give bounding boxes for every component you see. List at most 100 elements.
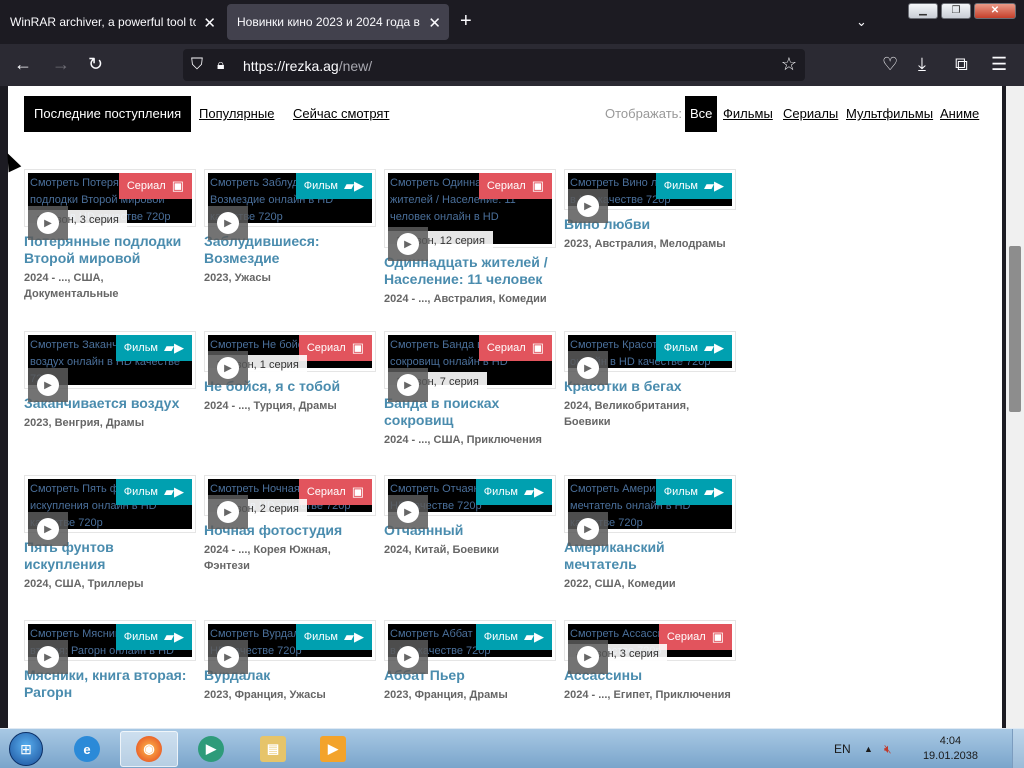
chevron-down-icon[interactable]: ⌄ xyxy=(856,14,867,30)
movie-card[interactable]: Смотреть Красотки в бегах онлайн в HD ка… xyxy=(564,331,736,430)
poster[interactable]: Смотреть Красотки в бегах онлайн в HD ка… xyxy=(564,331,736,385)
scrollbar[interactable] xyxy=(1006,86,1024,728)
play-icon: ▶ xyxy=(217,357,239,379)
play-button[interactable]: ▶ xyxy=(568,189,608,223)
play-button[interactable]: ▶ xyxy=(208,495,248,529)
url-text[interactable]: https://rezka.ag/new/ xyxy=(243,58,372,74)
minimize-button[interactable]: ▁ xyxy=(908,3,938,19)
close-tab-icon[interactable]: ✕ xyxy=(203,14,216,32)
tab-popular[interactable]: Популярные xyxy=(199,96,274,132)
movie-card[interactable]: Смотреть Не бойся, я с тобой Сериал ▣ 1 сез… xyxy=(204,331,376,414)
movie-card[interactable]: Смотреть Одиннадцать жителей / Население… xyxy=(384,169,556,307)
movie-card[interactable]: Смотреть Вурдалак онлайн в HD качестве 7… xyxy=(204,620,376,703)
clock[interactable]: 4:04 19.01.2038 xyxy=(923,734,978,764)
play-icon: ▶ xyxy=(577,357,599,379)
window-controls: ▁ ❐ ✕ xyxy=(908,3,1016,19)
poster[interactable]: Смотреть Потерянные подлодки Второй миро… xyxy=(24,169,196,240)
type-cartoons[interactable]: Мультфильмы xyxy=(846,96,933,132)
close-window-button[interactable]: ✕ xyxy=(974,3,1016,19)
play-icon: ▶ xyxy=(577,518,599,540)
movie-card[interactable]: Смотреть Ассассины онлайн в HD качестве … xyxy=(564,620,736,703)
movie-card[interactable]: Смотреть Аббат Пьер онлайн в HD качестве… xyxy=(384,620,556,703)
poster[interactable]: Смотреть Ассассины онлайн в HD качестве … xyxy=(564,620,736,674)
pocket-icon[interactable]: ♡ xyxy=(882,54,898,75)
type-badge: Фильм ▰▶ xyxy=(655,479,732,505)
play-button[interactable]: ▶ xyxy=(28,368,68,402)
poster[interactable]: Смотреть Вино любви онлайн в HD качестве… xyxy=(564,169,736,223)
menu-icon[interactable]: ☰ xyxy=(991,54,1007,75)
play-button[interactable]: ▶ xyxy=(28,206,68,240)
show-hidden-icons-icon[interactable]: ▲ xyxy=(864,729,873,768)
poster[interactable]: Смотреть Отчаянный онлайн в HD качестве … xyxy=(384,475,556,529)
play-button[interactable]: ▶ xyxy=(28,512,68,546)
movie-card[interactable]: Смотреть Вино любви онлайн в HD качестве… xyxy=(564,169,736,252)
maximize-button[interactable]: ❐ xyxy=(941,3,971,19)
poster[interactable]: Смотреть Ночная фотостудия онлайн в HD к… xyxy=(204,475,376,529)
movie-card[interactable]: Смотреть Потерянные подлодки Второй миро… xyxy=(24,169,196,302)
play-button[interactable]: ▶ xyxy=(208,206,248,240)
film-camera-icon: ▰▶ xyxy=(524,629,544,644)
taskbar-media[interactable]: ▶ xyxy=(182,731,240,767)
movie-card[interactable]: Смотреть Отчаянный онлайн в HD качестве … xyxy=(384,475,556,558)
play-button[interactable]: ▶ xyxy=(388,495,428,529)
language-indicator[interactable]: EN xyxy=(834,729,851,768)
tab-latest[interactable]: Последние поступления xyxy=(24,96,192,132)
play-button[interactable]: ▶ xyxy=(568,640,608,674)
clock-time: 4:04 xyxy=(939,735,962,747)
tab-watching-now[interactable]: Сейчас смотрят xyxy=(293,96,389,132)
play-button[interactable]: ▶ xyxy=(208,640,248,674)
close-tab-icon[interactable]: ✕ xyxy=(428,14,441,32)
back-arrow-icon[interactable]: ← xyxy=(14,54,32,75)
play-button[interactable]: ▶ xyxy=(388,227,428,261)
movie-card[interactable]: Смотреть Мясники, книга вторая: Рагорн о… xyxy=(24,620,196,704)
movie-card[interactable]: Смотреть Ночная фотостудия онлайн в HD к… xyxy=(204,475,376,574)
play-button[interactable]: ▶ xyxy=(388,368,428,402)
poster[interactable]: Смотреть Одиннадцать жителей / Население… xyxy=(384,169,556,261)
taskbar-ie[interactable]: e xyxy=(58,731,116,767)
movie-card[interactable]: Смотреть Заканчивается воздух онлайн в H… xyxy=(24,331,196,431)
film-camera-icon: ▰▶ xyxy=(344,629,364,644)
star-icon[interactable]: ☆ xyxy=(781,54,797,75)
play-button[interactable]: ▶ xyxy=(388,640,428,674)
type-anime[interactable]: Аниме xyxy=(940,96,979,132)
movie-card[interactable]: Смотреть Заблудившиеся: Возмездие онлайн… xyxy=(204,169,376,286)
download-icon[interactable]: ⤓ xyxy=(918,54,926,75)
poster[interactable]: Смотреть Мясники, книга вторая: Рагорн о… xyxy=(24,620,196,674)
reload-icon[interactable]: ↻ xyxy=(88,54,103,75)
browser-tab-active[interactable]: Новинки кино 2023 и 2024 года в ✕ xyxy=(227,4,449,40)
extensions-icon[interactable]: ⧉ xyxy=(955,54,968,75)
url-bar[interactable]: ⛉ 🔒︎ https://rezka.ag/new/ ☆ xyxy=(183,49,805,81)
play-button[interactable]: ▶ xyxy=(568,351,608,385)
plus-icon[interactable]: + xyxy=(460,10,472,33)
type-films[interactable]: Фильмы xyxy=(723,96,773,132)
type-series[interactable]: Сериалы xyxy=(783,96,838,132)
poster[interactable]: Смотреть Заблудившиеся: Возмездие онлайн… xyxy=(204,169,376,240)
poster[interactable]: Смотреть Банда в поисках сокровищ онлайн… xyxy=(384,331,556,402)
taskbar-explorer[interactable]: ▤ xyxy=(244,731,302,767)
scrollbar-thumb[interactable] xyxy=(1009,246,1021,412)
taskbar-firefox[interactable]: ◉ xyxy=(120,731,178,767)
show-desktop-button[interactable] xyxy=(1012,729,1024,768)
poster[interactable]: Смотреть Аббат Пьер онлайн в HD качестве… xyxy=(384,620,556,674)
taskbar-player[interactable]: ▶ xyxy=(304,731,362,767)
movie-card[interactable]: Смотреть Американский мечтатель онлайн в… xyxy=(564,475,736,592)
start-button[interactable]: ⊞ xyxy=(2,730,50,768)
poster[interactable]: Смотреть Вурдалак онлайн в HD качестве 7… xyxy=(204,620,376,674)
play-button[interactable]: ▶ xyxy=(208,351,248,385)
forward-arrow-icon[interactable]: → xyxy=(52,54,70,75)
movie-card[interactable]: Смотреть Пять фунтов искупления онлайн в… xyxy=(24,475,196,592)
play-button[interactable]: ▶ xyxy=(568,512,608,546)
series-play-icon: ▣ xyxy=(351,340,364,355)
poster[interactable]: Смотреть Заканчивается воздух онлайн в H… xyxy=(24,331,196,402)
volume-muted-icon[interactable]: 🔇︎ xyxy=(884,729,892,768)
type-all[interactable]: Все xyxy=(685,96,718,132)
movie-card[interactable]: Смотреть Банда в поисках сокровищ онлайн… xyxy=(384,331,556,448)
browser-tab[interactable]: WinRAR archiver, a powerful tool to ✕ xyxy=(0,4,224,40)
play-button[interactable]: ▶ xyxy=(28,640,68,674)
shield-icon[interactable]: ⛉ xyxy=(191,56,203,74)
lock-icon[interactable]: 🔒︎ xyxy=(217,56,224,73)
movie-info: 2023, Венгрия, Драмы xyxy=(24,417,145,429)
poster[interactable]: Смотреть Не бойся, я с тобой Сериал ▣ 1 сез… xyxy=(204,331,376,385)
poster[interactable]: Смотреть Американский мечтатель онлайн в… xyxy=(564,475,736,546)
poster[interactable]: Смотреть Пять фунтов искупления онлайн в… xyxy=(24,475,196,546)
